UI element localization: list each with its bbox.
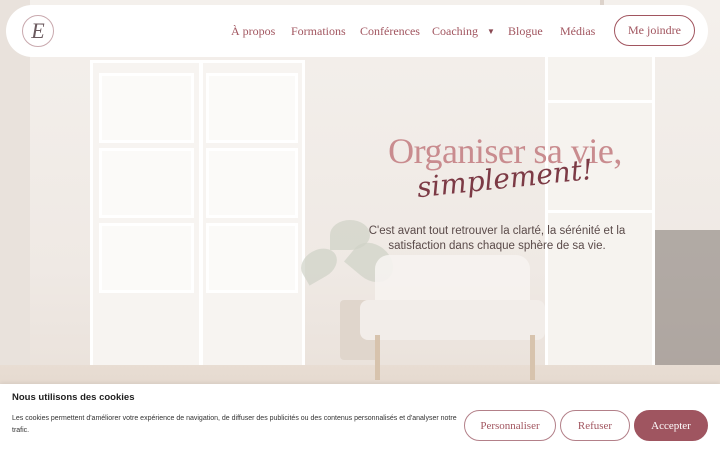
customize-button[interactable]: Personnaliser bbox=[464, 410, 556, 441]
logo-letter: E bbox=[31, 18, 45, 43]
wall bbox=[0, 0, 30, 390]
contact-button[interactable]: Me joindre bbox=[614, 15, 695, 46]
nav-item-formations[interactable]: Formations bbox=[291, 24, 346, 39]
hero-subtitle: C'est avant tout retrouver la clarté, la… bbox=[368, 225, 626, 252]
window bbox=[545, 40, 655, 380]
nav-item-a-propos[interactable]: À propos bbox=[231, 24, 275, 39]
nav-item-coaching[interactable]: Coaching ▼ bbox=[432, 24, 495, 39]
cookie-banner: Nous utilisons des cookies Les cookies p… bbox=[0, 384, 720, 450]
nav-item-medias[interactable]: Médias bbox=[560, 24, 595, 39]
nav-item-coaching-label: Coaching bbox=[432, 23, 478, 38]
chevron-down-icon: ▼ bbox=[487, 26, 495, 36]
site-header: E À propos Formations Conférences Coachi… bbox=[6, 5, 708, 57]
nav-item-conferences[interactable]: Conférences bbox=[360, 24, 420, 39]
cookie-banner-title: Nous utilisons des cookies bbox=[12, 392, 135, 403]
accept-button[interactable]: Accepter bbox=[634, 410, 708, 441]
nav-item-blogue[interactable]: Blogue bbox=[508, 24, 543, 39]
refuse-button[interactable]: Refuser bbox=[560, 410, 630, 441]
glass-door bbox=[90, 60, 305, 380]
logo[interactable]: E bbox=[22, 15, 54, 47]
cookie-banner-text: Les cookies permettent d'améliorer votre… bbox=[12, 415, 457, 434]
